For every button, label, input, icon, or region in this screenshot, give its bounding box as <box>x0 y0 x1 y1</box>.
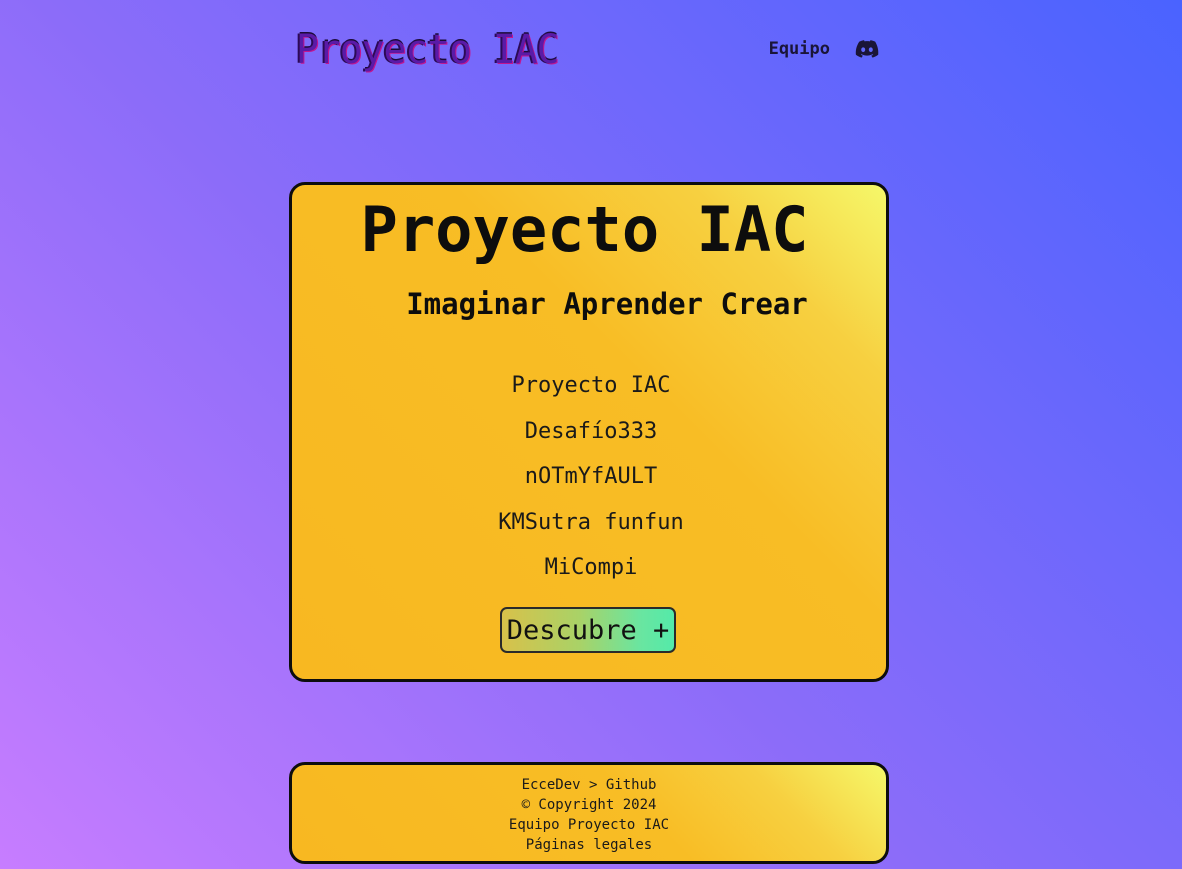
footer-content: EcceDev > Github © Copyright 2024 Equipo… <box>292 775 886 855</box>
project-link-notmyfault[interactable]: nOTmYfAULT <box>292 459 890 505</box>
hero-card: Proyecto IAC Imaginar Aprender Crear Pro… <box>289 182 889 682</box>
site-footer: EcceDev > Github © Copyright 2024 Equipo… <box>289 762 889 864</box>
footer-copyright: © Copyright 2024 <box>521 797 657 813</box>
main-nav: Equipo <box>769 36 880 62</box>
project-link-iac[interactable]: Proyecto IAC <box>292 368 890 414</box>
page-title: Proyecto IAC <box>360 193 809 266</box>
project-link-micompi[interactable]: MiCompi <box>292 550 890 596</box>
footer-credit-link[interactable]: EcceDev > Github <box>292 775 886 795</box>
discord-icon[interactable] <box>854 36 880 62</box>
site-header: Proyecto IAC Equipo <box>290 22 888 82</box>
project-list: Proyecto IAC Desafío333 nOTmYfAULT KMSut… <box>292 368 890 596</box>
project-link-kmsutra[interactable]: KMSutra funfun <box>292 505 890 551</box>
footer-legal-link[interactable]: Páginas legales <box>292 835 886 855</box>
footer-team: Equipo Proyecto IAC <box>508 817 670 833</box>
page-subtitle: Imaginar Aprender Crear <box>406 287 808 321</box>
nav-link-team[interactable]: Equipo <box>769 39 830 59</box>
site-logo[interactable]: Proyecto IAC <box>296 26 560 72</box>
discover-more-button[interactable]: Descubre + <box>500 607 676 653</box>
project-link-desafio333[interactable]: Desafío333 <box>292 414 890 460</box>
